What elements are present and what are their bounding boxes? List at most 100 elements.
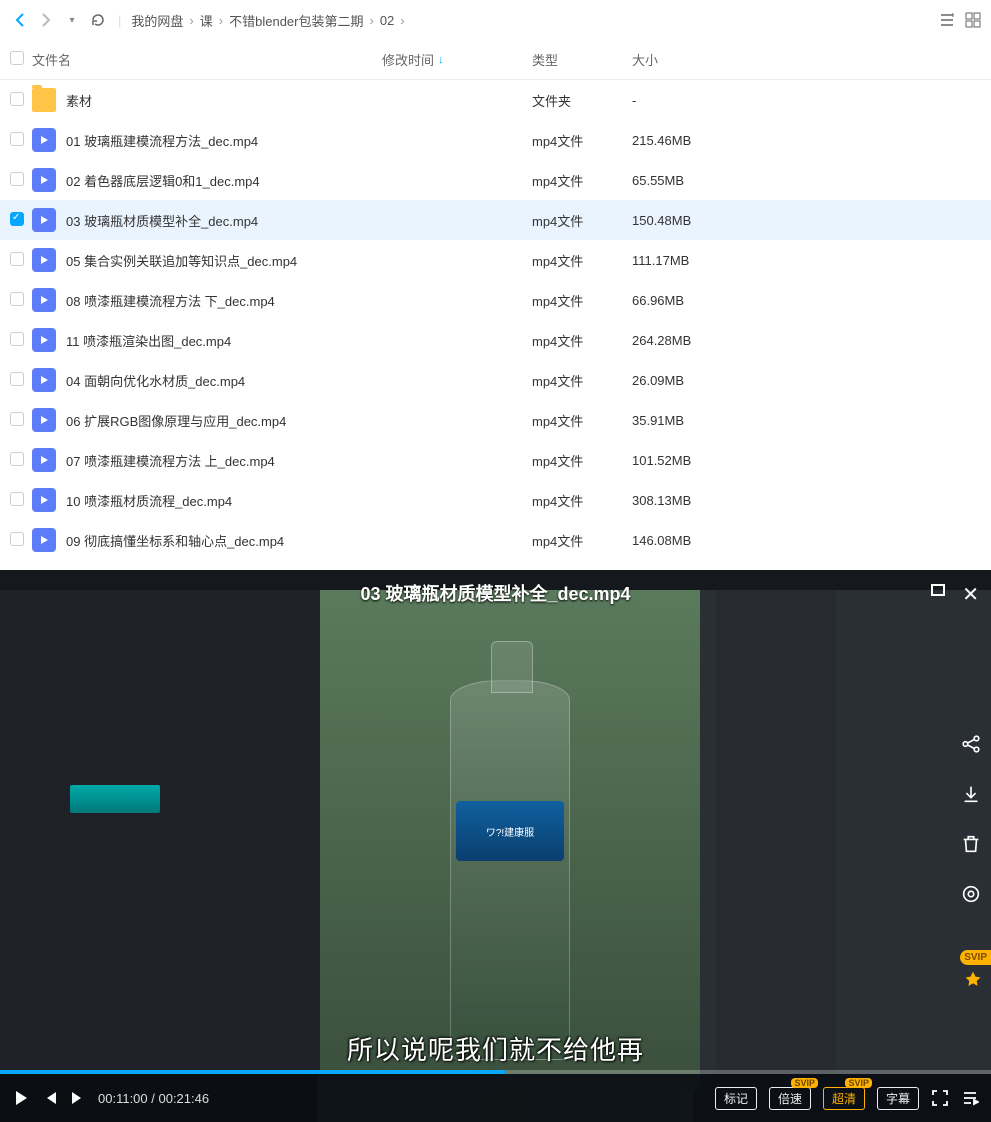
chevron-right-icon: › xyxy=(189,13,193,28)
breadcrumb-item[interactable]: 不错blender包装第二期 xyxy=(229,11,363,30)
video-player: ワ?!建康服 03 玻璃瓶材质模型补全_dec.mp4 ✕ SVIP 所以说呢我… xyxy=(0,570,991,1122)
row-checkbox[interactable] xyxy=(10,412,24,426)
download-icon[interactable] xyxy=(957,780,985,808)
file-type: mp4文件 xyxy=(532,451,632,470)
table-row[interactable]: 11 喷漆瓶渲染出图_dec.mp4mp4文件264.28MB xyxy=(0,320,991,360)
speed-button[interactable]: 倍速SVIP xyxy=(769,1087,811,1110)
table-row[interactable]: 05 集合实例关联追加等知识点_dec.mp4 mp4文件111.17MB xyxy=(0,240,991,280)
file-name: 08 喷漆瓶建模流程方法 下_dec.mp4 xyxy=(66,291,275,310)
file-size: 146.08MB xyxy=(632,533,732,548)
view-list-icon[interactable] xyxy=(939,12,955,28)
select-all-checkbox[interactable] xyxy=(10,51,24,65)
file-type: mp4文件 xyxy=(532,211,632,230)
file-name: 07 喷漆瓶建模流程方法 上_dec.mp4 xyxy=(66,451,275,470)
video-file-icon xyxy=(32,208,56,232)
pin-icon[interactable] xyxy=(963,970,983,990)
file-size: 150.48MB xyxy=(632,213,732,228)
file-name: 04 面朝向优化水材质_dec.mp4 xyxy=(66,371,245,390)
share-icon[interactable] xyxy=(957,730,985,758)
view-toggle xyxy=(939,12,981,28)
row-checkbox[interactable] xyxy=(10,452,24,466)
table-row[interactable]: 06 扩展RGB图像原理与应用_dec.mp4mp4文件35.91MB xyxy=(0,400,991,440)
file-name: 03 玻璃瓶材质模型补全_dec.mp4 xyxy=(66,211,258,230)
row-checkbox[interactable] xyxy=(10,212,24,226)
speed-label: 倍速 xyxy=(778,1092,802,1106)
breadcrumb-item[interactable]: 我的网盘 xyxy=(131,11,183,30)
table-row[interactable]: 02 着色器底层逻辑0和1_dec.mp4mp4文件65.55MB xyxy=(0,160,991,200)
current-time: 00:11:00 xyxy=(98,1091,148,1106)
fullscreen-button[interactable] xyxy=(931,1089,949,1107)
file-size: 65.55MB xyxy=(632,173,732,188)
table-row[interactable]: 08 喷漆瓶建模流程方法 下_dec.mp4 mp4文件66.96MB xyxy=(0,280,991,320)
table-row[interactable]: 03 玻璃瓶材质模型补全_dec.mp4 mp4文件150.48MB xyxy=(0,200,991,240)
top-nav: ▾ | 我的网盘 › 课 › 不错blender包装第二期 › 02 › xyxy=(0,0,991,40)
file-size: 101.52MB xyxy=(632,453,732,468)
nav-refresh-button[interactable] xyxy=(88,10,108,30)
table-row[interactable]: 04 面朝向优化水材质_dec.mp4mp4文件26.09MB xyxy=(0,360,991,400)
column-modified[interactable]: 修改时间 ↓ xyxy=(382,50,532,69)
row-checkbox[interactable] xyxy=(10,172,24,186)
mark-button[interactable]: 标记 xyxy=(715,1087,757,1110)
row-checkbox[interactable] xyxy=(10,332,24,346)
row-checkbox[interactable] xyxy=(10,92,24,106)
table-row[interactable]: 01 玻璃瓶建模流程方法_dec.mp4mp4文件215.46MB xyxy=(0,120,991,160)
file-type: mp4文件 xyxy=(532,291,632,310)
video-file-icon xyxy=(32,488,56,512)
nav-forward-button[interactable] xyxy=(36,10,56,30)
file-size: - xyxy=(632,93,732,108)
column-type[interactable]: 类型 xyxy=(532,50,632,69)
file-list-header: 文件名 修改时间 ↓ 类型 大小 xyxy=(0,40,991,80)
time-display: 00:11:00 / 00:21:46 xyxy=(98,1091,209,1106)
nav-back-button[interactable] xyxy=(10,10,30,30)
file-name: 05 集合实例关联追加等知识点_dec.mp4 xyxy=(66,251,297,270)
delete-icon[interactable] xyxy=(957,830,985,858)
file-size: 215.46MB xyxy=(632,133,732,148)
video-file-icon xyxy=(32,328,56,352)
file-name: 02 着色器底层逻辑0和1_dec.mp4 xyxy=(66,171,260,190)
restore-window-icon[interactable] xyxy=(931,584,945,596)
folder-icon xyxy=(32,88,56,112)
column-size[interactable]: 大小 xyxy=(632,50,732,69)
video-title: 03 玻璃瓶材质模型补全_dec.mp4 xyxy=(360,580,630,606)
row-checkbox[interactable] xyxy=(10,532,24,546)
breadcrumb: 我的网盘 › 课 › 不错blender包装第二期 › 02 › xyxy=(131,11,404,30)
video-file-icon xyxy=(32,528,56,552)
column-modified-label: 修改时间 xyxy=(382,50,434,69)
caption-button[interactable]: 字幕 xyxy=(877,1087,919,1110)
breadcrumb-item[interactable]: 课 xyxy=(200,11,213,30)
svip-badge-side[interactable]: SVIP xyxy=(960,950,991,965)
file-name: 09 彻底搞懂坐标系和轴心点_dec.mp4 xyxy=(66,531,284,550)
file-type: mp4文件 xyxy=(532,251,632,270)
quality-button[interactable]: 超清SVIP xyxy=(823,1087,865,1110)
row-checkbox[interactable] xyxy=(10,372,24,386)
bottle-render: ワ?!建康服 xyxy=(450,680,570,1060)
row-checkbox[interactable] xyxy=(10,132,24,146)
video-file-icon xyxy=(32,248,56,272)
file-name: 素材 xyxy=(66,91,92,110)
row-checkbox[interactable] xyxy=(10,252,24,266)
prev-button[interactable] xyxy=(42,1090,58,1106)
nav-separator: | xyxy=(118,13,121,28)
play-button[interactable] xyxy=(12,1089,30,1107)
chevron-right-icon: › xyxy=(219,13,223,28)
next-button[interactable] xyxy=(70,1090,86,1106)
file-list: 素材文件夹-01 玻璃瓶建模流程方法_dec.mp4mp4文件215.46MB0… xyxy=(0,80,991,560)
table-row[interactable]: 10 喷漆瓶材质流程_dec.mp4mp4文件308.13MB xyxy=(0,480,991,520)
playlist-button[interactable] xyxy=(961,1089,979,1107)
file-size: 111.17MB xyxy=(632,253,732,268)
settings-icon[interactable] xyxy=(957,880,985,908)
table-row[interactable]: 素材文件夹- xyxy=(0,80,991,120)
view-grid-icon[interactable] xyxy=(965,12,981,28)
breadcrumb-item[interactable]: 02 xyxy=(380,13,394,28)
row-checkbox[interactable] xyxy=(10,492,24,506)
table-row[interactable]: 09 彻底搞懂坐标系和轴心点_dec.mp4mp4文件146.08MB xyxy=(0,520,991,560)
column-name[interactable]: 文件名 xyxy=(32,50,382,69)
file-size: 66.96MB xyxy=(632,293,732,308)
sort-arrow-down-icon: ↓ xyxy=(438,54,444,66)
nav-dropdown-button[interactable]: ▾ xyxy=(62,10,82,30)
close-icon[interactable]: ✕ xyxy=(962,582,979,607)
bottle-label: ワ?!建康服 xyxy=(456,801,564,861)
row-checkbox[interactable] xyxy=(10,292,24,306)
table-row[interactable]: 07 喷漆瓶建模流程方法 上_dec.mp4 mp4文件101.52MB xyxy=(0,440,991,480)
file-size: 26.09MB xyxy=(632,373,732,388)
